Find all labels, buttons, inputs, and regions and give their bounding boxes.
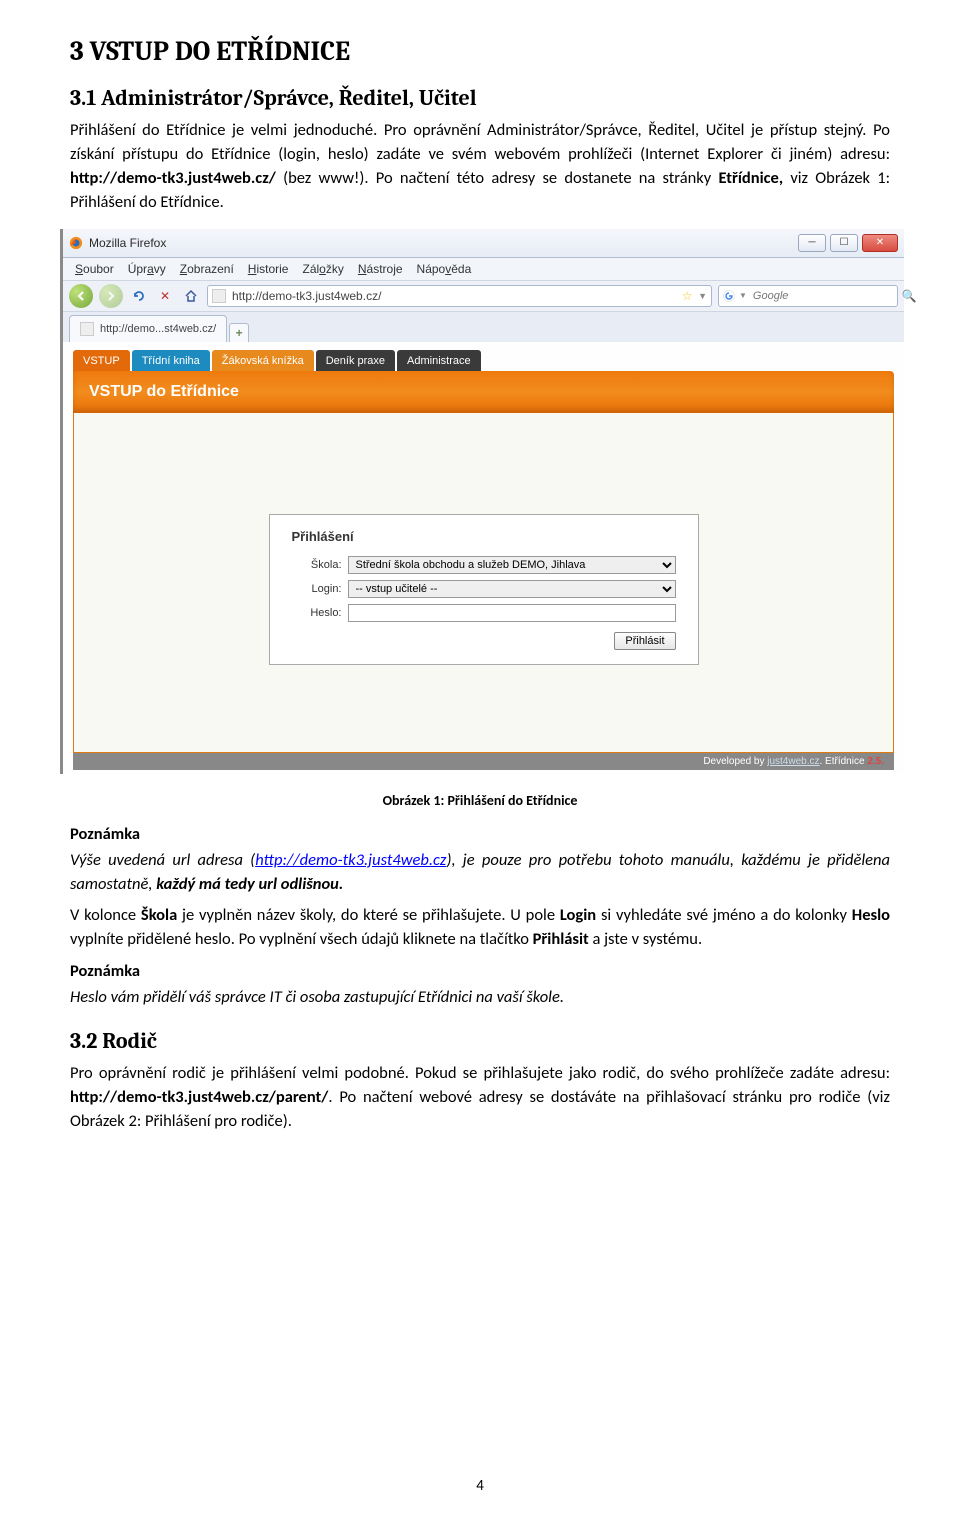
note-1: Výše uvedená url adresa (http://demo-tk3…: [70, 849, 890, 897]
url-bold: http://demo-tk3.just4web.cz/: [70, 168, 276, 188]
figure-caption: Obrázek 1: Přihlášení do Etřídnice: [70, 792, 890, 809]
paragraph-intro: Přihlášení do Etřídnice je velmi jednodu…: [70, 119, 890, 215]
menu-upravy[interactable]: Úpravy: [122, 260, 172, 278]
paragraph-2: V kolonce Škola je vyplněn název školy, …: [70, 904, 890, 952]
browser-tab-label: http://demo...st4web.cz/: [100, 323, 216, 335]
app-tabstrip: VSTUP Třídní kniha Žákovská knížka Deník…: [73, 350, 894, 371]
text: je vyplněn název školy, do které se přih…: [177, 905, 560, 925]
text-bold: Heslo: [852, 905, 890, 925]
search-input[interactable]: [751, 289, 898, 303]
menu-napoveda[interactable]: Nápověda: [411, 260, 478, 278]
app-footer: Developed by just4web.cz. Etřídnice 2.5.: [73, 753, 894, 770]
login-school-label: Škola:: [292, 559, 348, 571]
login-submit-button[interactable]: Přihlásit: [614, 632, 675, 650]
window-maximize-button[interactable]: ☐: [830, 234, 858, 252]
app-tab-denik-praxe[interactable]: Deník praxe: [316, 350, 395, 371]
login-card: Přihlášení Škola: Střední škola obchodu …: [269, 514, 699, 665]
app-tab-vstup[interactable]: VSTUP: [73, 350, 130, 371]
text-bold: Login: [560, 905, 596, 925]
note-label-2: Poznámka: [70, 960, 890, 984]
menu-nastroje[interactable]: Nástroje: [352, 260, 409, 278]
url-bold: http://demo-tk3.just4web.cz/parent/: [70, 1087, 328, 1107]
text-bold: Etřídnice,: [718, 168, 790, 188]
home-button[interactable]: [181, 286, 201, 306]
app-header: VSTUP do Etřídnice: [73, 371, 894, 413]
text: (bez www!). Po načtení této adresy se do…: [283, 168, 718, 188]
heading-3-1: 3.1 Administrátor/Správce, Ředitel, Učit…: [70, 85, 890, 111]
menu-zobrazeni[interactable]: Zobrazení: [174, 260, 240, 278]
text: Pro oprávnění rodič je přihlášení velmi …: [70, 1063, 890, 1083]
menu-soubor[interactable]: Soubor: [69, 260, 120, 278]
url-input[interactable]: [230, 288, 676, 304]
search-bar[interactable]: ▼ 🔍: [718, 285, 898, 307]
footer-prefix: Developed by: [703, 756, 767, 767]
search-dropdown-icon[interactable]: ▼: [739, 291, 747, 300]
text-bold: Škola: [141, 905, 177, 925]
menu-historie[interactable]: Historie: [242, 260, 295, 278]
browser-menubar: Soubor Úpravy Zobrazení Historie Záložky…: [63, 258, 904, 281]
window-titlebar: Mozilla Firefox ─ ☐ ✕: [63, 229, 904, 258]
search-go-icon[interactable]: 🔍: [902, 289, 917, 303]
text: a jste v systému.: [589, 929, 702, 949]
browser-tab[interactable]: http://demo...st4web.cz/: [69, 315, 227, 342]
text: V kolonce: [70, 905, 141, 925]
url-dropdown-icon[interactable]: ▼: [698, 291, 707, 301]
browser-tabstrip: http://demo...st4web.cz/ +: [63, 312, 904, 342]
page-viewport: VSTUP Třídní kniha Žákovská knížka Deník…: [63, 342, 904, 774]
login-password-label: Heslo:: [292, 607, 348, 619]
stop-button[interactable]: ✕: [155, 286, 175, 306]
text-bold: Přihlásit: [533, 929, 589, 949]
window-close-button[interactable]: ✕: [862, 234, 898, 252]
footer-version: 2.5.: [867, 756, 884, 767]
app-tab-zakovska-knizka[interactable]: Žákovská knížka: [212, 350, 314, 371]
text: si vyhledáte své jméno a do kolonky: [596, 905, 852, 925]
back-button[interactable]: [69, 284, 93, 308]
paragraph-3: Pro oprávnění rodič je přihlášení velmi …: [70, 1062, 890, 1134]
app-tab-tridni-kniha[interactable]: Třídní kniha: [132, 350, 210, 371]
text: Přihlášení do Etřídnice je velmi jednodu…: [70, 120, 890, 164]
text: vyplníte přidělené heslo. Po vyplnění vš…: [70, 929, 533, 949]
menu-zalozky[interactable]: Záložky: [296, 260, 349, 278]
app-body: Přihlášení Škola: Střední škola obchodu …: [73, 413, 894, 753]
footer-link[interactable]: just4web.cz: [767, 756, 819, 767]
heading-3-2: 3.2 Rodič: [70, 1028, 890, 1054]
note-link[interactable]: http://demo-tk3.just4web.cz: [255, 850, 446, 870]
page-number: 4: [0, 1477, 960, 1495]
login-school-select[interactable]: Střední škola obchodu a služeb DEMO, Jih…: [348, 556, 676, 574]
text-bold: každý má tedy url odlišnou.: [156, 874, 343, 894]
heading-3: 3 VSTUP DO ETŘÍDNICE: [70, 36, 890, 67]
reload-button[interactable]: [129, 286, 149, 306]
google-icon: [723, 290, 735, 302]
window-title: Mozilla Firefox: [89, 236, 166, 250]
firefox-icon: [69, 236, 83, 250]
forward-button[interactable]: [99, 284, 123, 308]
app-tab-administrace[interactable]: Administrace: [397, 350, 481, 371]
login-login-select[interactable]: -- vstup učitelé --: [348, 580, 676, 598]
login-password-input[interactable]: [348, 604, 676, 622]
bookmark-star-icon[interactable]: ☆: [680, 289, 694, 303]
text: Výše uvedená url adresa (: [70, 850, 255, 870]
login-login-label: Login:: [292, 583, 348, 595]
window-minimize-button[interactable]: ─: [798, 234, 826, 252]
figure-screenshot: Mozilla Firefox ─ ☐ ✕ Soubor Úpravy Zobr…: [60, 229, 904, 774]
new-tab-button[interactable]: +: [229, 323, 249, 342]
footer-suffix: . Etřídnice: [820, 756, 868, 767]
note-label: Poznámka: [70, 823, 890, 847]
browser-toolbar: ✕ ☆ ▼ ▼ 🔍: [63, 281, 904, 312]
login-title: Přihlášení: [292, 529, 676, 544]
note-2: Heslo vám přidělí váš správce IT či osob…: [70, 986, 890, 1010]
url-bar[interactable]: ☆ ▼: [207, 285, 712, 307]
